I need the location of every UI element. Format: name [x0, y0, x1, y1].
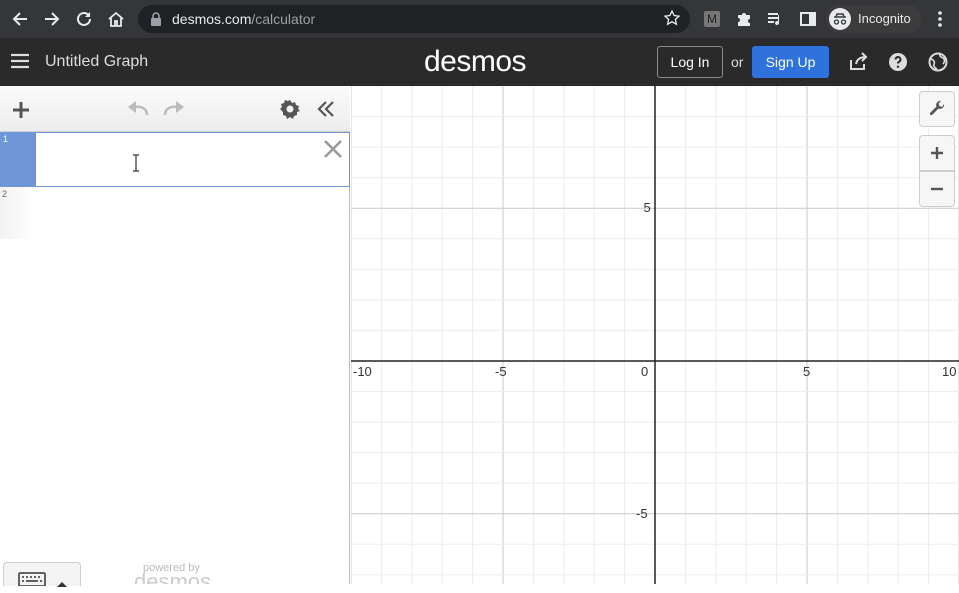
- expression-index-tab[interactable]: 2: [0, 187, 35, 239]
- expression-index-tab[interactable]: 1: [1, 133, 36, 186]
- zoom-out-icon[interactable]: [919, 171, 955, 207]
- home-icon[interactable]: [104, 7, 128, 31]
- x-tick-label: 0: [641, 363, 649, 379]
- expression-input[interactable]: [37, 133, 313, 186]
- or-text: or: [731, 54, 744, 70]
- extension-badge: M: [704, 11, 720, 27]
- expression-input[interactable]: [36, 187, 336, 239]
- text-cursor-icon: [132, 154, 140, 177]
- zoom-in-icon[interactable]: [919, 135, 955, 171]
- url-path: /calculator: [251, 11, 316, 27]
- hamburger-icon[interactable]: [10, 52, 30, 75]
- graph-paper[interactable]: -10 -5 0 5 10 5 -5: [351, 86, 959, 584]
- expression-row[interactable]: 2: [0, 187, 350, 239]
- desmos-logo: desmos: [424, 45, 527, 78]
- y-tick-label: -5: [636, 505, 648, 521]
- keyboard-toggle[interactable]: [3, 562, 81, 587]
- plus-icon[interactable]: [11, 100, 31, 125]
- gear-icon[interactable]: [280, 99, 300, 124]
- reload-icon[interactable]: [72, 7, 96, 31]
- globe-icon[interactable]: [928, 52, 948, 77]
- forward-icon[interactable]: [40, 7, 64, 31]
- url-text: desmos.com/calculator: [172, 11, 315, 27]
- star-icon[interactable]: [663, 9, 681, 31]
- lock-icon: [150, 12, 162, 31]
- back-icon[interactable]: [8, 7, 32, 31]
- incognito-badge[interactable]: Incognito: [826, 5, 922, 33]
- expression-panel: 1 2 powered by desmos: [0, 86, 350, 587]
- share-icon[interactable]: [848, 52, 868, 77]
- expression-index: 2: [2, 189, 8, 199]
- redo-icon[interactable]: [162, 99, 186, 124]
- help-icon[interactable]: [888, 52, 908, 77]
- media-icon[interactable]: [763, 7, 787, 31]
- sidepanel-icon[interactable]: [796, 7, 820, 31]
- keyboard-icon: [18, 572, 46, 591]
- x-tick-label: -5: [495, 363, 507, 379]
- browser-toolbar: desmos.com/calculator M Incognito: [0, 0, 959, 38]
- expression-toolbar: [0, 86, 350, 132]
- login-button[interactable]: Log In: [657, 46, 723, 78]
- expression-row[interactable]: 1: [0, 132, 350, 187]
- extension-m-icon[interactable]: M: [700, 7, 724, 31]
- wrench-icon[interactable]: [919, 91, 955, 127]
- desmos-header: Untitled Graph desmos Log In or Sign Up: [0, 38, 959, 86]
- incognito-label: Incognito: [858, 11, 911, 26]
- undo-icon[interactable]: [126, 99, 150, 124]
- graph-title[interactable]: Untitled Graph: [45, 53, 148, 71]
- address-bar[interactable]: desmos.com/calculator: [138, 5, 690, 33]
- signup-button[interactable]: Sign Up: [752, 46, 829, 78]
- expression-index: 1: [3, 134, 9, 144]
- x-tick-label: -10: [353, 363, 372, 379]
- url-domain: desmos.com: [172, 11, 252, 27]
- puzzle-icon[interactable]: [732, 7, 756, 31]
- x-tick-label: 10: [942, 363, 957, 379]
- y-tick-label: 5: [643, 200, 651, 216]
- powered-by-brand: desmos: [134, 571, 212, 584]
- chevron-up-icon: [56, 575, 68, 593]
- incognito-icon: [829, 8, 851, 30]
- menu-dots-icon[interactable]: [928, 7, 952, 31]
- x-tick-label: 5: [803, 363, 811, 379]
- graph-grid: [351, 86, 959, 584]
- collapse-icon[interactable]: [316, 99, 336, 124]
- close-icon[interactable]: [323, 139, 343, 164]
